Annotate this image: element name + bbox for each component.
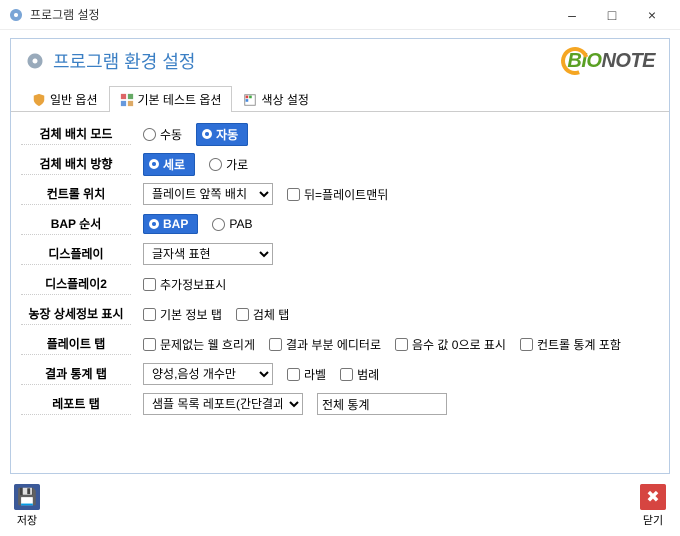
row-farm-detail: 농장 상세정보 표시 기본 정보 탭 검체 탭: [21, 300, 659, 328]
tab-color[interactable]: 색상 설정: [232, 86, 320, 112]
check-extra-info[interactable]: 추가정보표시: [143, 276, 226, 293]
maximize-button[interactable]: □: [592, 1, 632, 29]
control-pos-select[interactable]: 플레이트 앞쪽 배치: [143, 183, 273, 205]
tab-label: 기본 테스트 옵션: [138, 91, 222, 108]
check-ctrl-stat[interactable]: 컨트롤 통계 포함: [520, 336, 621, 353]
row-report-tab: 레포트 탭 샘플 목록 레포트(간단결과): [21, 390, 659, 418]
radio-pab[interactable]: PAB: [212, 217, 252, 231]
radio-manual[interactable]: 수동: [143, 126, 182, 143]
row-label: 디스플레이: [21, 243, 131, 265]
row-bap-order: BAP 순서 BAP PAB: [21, 210, 659, 238]
shield-icon: [32, 93, 46, 107]
check-basic-info-tab[interactable]: 기본 정보 탭: [143, 306, 222, 323]
row-display2: 디스플레이2 추가정보표시: [21, 270, 659, 298]
radio-auto-selected[interactable]: 자동: [196, 123, 248, 146]
tab-label: 일반 옵션: [50, 91, 98, 108]
radio-bap-selected[interactable]: BAP: [143, 214, 198, 234]
window-title: 프로그램 설정: [30, 6, 552, 23]
check-result-editor[interactable]: 결과 부분 에디터로: [269, 336, 381, 353]
row-display: 디스플레이 글자색 표현: [21, 240, 659, 268]
tab-basic-test[interactable]: 기본 테스트 옵션: [109, 86, 233, 112]
tab-bar: 일반 옵션 기본 테스트 옵션 색상 설정: [11, 79, 669, 112]
titlebar: 프로그램 설정 – □ ×: [0, 0, 680, 30]
check-label[interactable]: 라벨: [287, 366, 326, 383]
report-select[interactable]: 샘플 목록 레포트(간단결과): [143, 393, 303, 415]
panel-header: 프로그램 환경 설정 BIONOTE: [11, 39, 669, 79]
close-icon: ✖: [640, 484, 666, 510]
grid-icon: [120, 93, 134, 107]
row-label: 컨트롤 위치: [21, 183, 131, 205]
footer: 💾 저장 ✖ 닫기: [0, 478, 680, 536]
row-label: 농장 상세정보 표시: [21, 303, 131, 325]
save-icon: 💾: [14, 484, 40, 510]
logo: BIONOTE: [561, 47, 655, 75]
close-button[interactable]: ✖ 닫기: [636, 482, 670, 530]
close-window-button[interactable]: ×: [632, 1, 672, 29]
row-control-pos: 컨트롤 위치 플레이트 앞쪽 배치 뒤=플레이트맨뒤: [21, 180, 659, 208]
display-select[interactable]: 글자색 표현: [143, 243, 273, 265]
row-placement-mode: 검체 배치 모드 수동 자동: [21, 120, 659, 148]
row-stats-tab: 결과 통계 탭 양성,음성 개수만 라벨 범례: [21, 360, 659, 388]
check-sample-tab[interactable]: 검체 탭: [236, 306, 289, 323]
radio-vertical-selected[interactable]: 세로: [143, 153, 195, 176]
tab-general[interactable]: 일반 옵션: [21, 86, 109, 112]
minimize-button[interactable]: –: [552, 1, 592, 29]
report-text-input[interactable]: [317, 393, 447, 415]
palette-icon: [243, 93, 257, 107]
check-neg-zero[interactable]: 음수 값 0으로 표시: [395, 336, 506, 353]
row-label: 플레이트 탭: [21, 333, 131, 355]
row-label: 검체 배치 모드: [21, 123, 131, 145]
row-label: 레포트 탭: [21, 393, 131, 415]
row-plate-tab: 플레이트 탭 문제없는 웰 흐리게 결과 부분 에디터로 음수 값 0으로 표시…: [21, 330, 659, 358]
radio-horizontal[interactable]: 가로: [209, 156, 248, 173]
check-legend[interactable]: 범례: [340, 366, 379, 383]
stats-select[interactable]: 양성,음성 개수만: [143, 363, 273, 385]
check-back-plate[interactable]: 뒤=플레이트맨뒤: [287, 186, 388, 203]
row-label: 디스플레이2: [21, 273, 131, 295]
panel-title: 프로그램 환경 설정: [53, 48, 195, 74]
main-panel: 프로그램 환경 설정 BIONOTE 일반 옵션 기본 테스트 옵션 색상 설정…: [10, 38, 670, 474]
gear-icon: [25, 51, 45, 71]
row-label: BAP 순서: [21, 213, 131, 235]
form-area: 검체 배치 모드 수동 자동 검체 배치 방향 세로 가로 컨트롤 위치 플레이…: [11, 112, 669, 428]
check-blur-wells[interactable]: 문제없는 웰 흐리게: [143, 336, 255, 353]
row-label: 결과 통계 탭: [21, 363, 131, 385]
tab-label: 색상 설정: [261, 91, 309, 108]
row-placement-dir: 검체 배치 방향 세로 가로: [21, 150, 659, 178]
row-label: 검체 배치 방향: [21, 153, 131, 175]
app-icon: [8, 7, 24, 23]
save-button[interactable]: 💾 저장: [10, 482, 44, 530]
